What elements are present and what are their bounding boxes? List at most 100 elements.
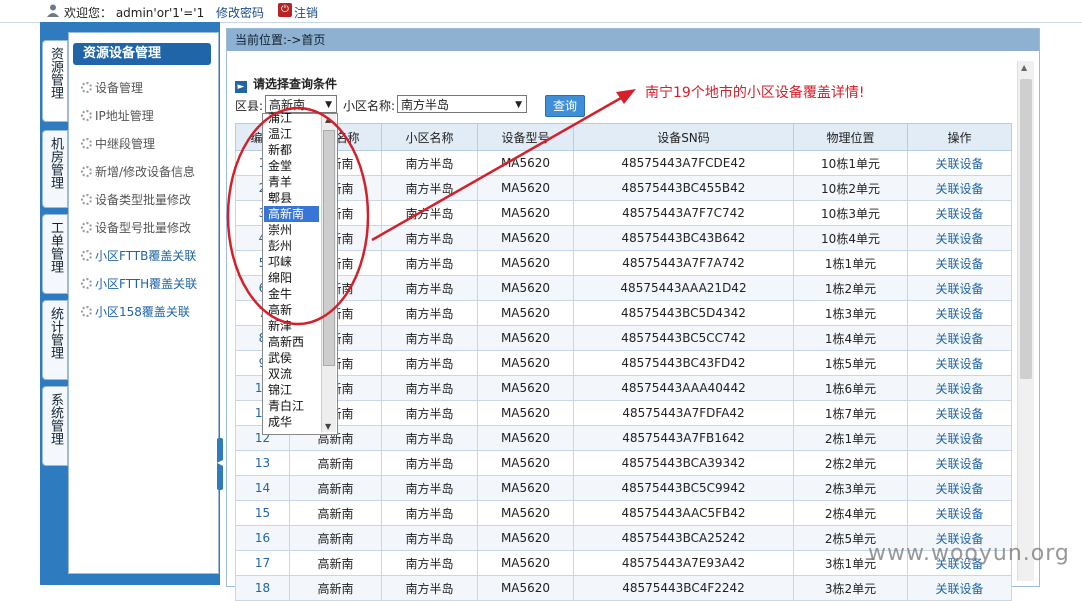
table-cell: 南方半岛 [381, 525, 478, 551]
dropdown-option[interactable]: 崇州 [264, 222, 319, 238]
scroll-up-icon[interactable]: ▲ [1021, 63, 1027, 72]
dropdown-option[interactable]: 武侯 [264, 350, 319, 366]
dropdown-option[interactable]: 蒲江 [264, 110, 319, 126]
menu-item-add-device[interactable]: 新增/修改设备信息 [81, 163, 215, 180]
table-cell: 南方半岛 [381, 300, 478, 326]
tab-work-order[interactable]: 工单管理 [42, 214, 68, 294]
power-icon[interactable]: ⏻ [278, 3, 292, 17]
community-select[interactable]: 南方半岛 ▼ [397, 95, 527, 113]
col-header: 设备SN码 [573, 123, 794, 151]
dropdown-option[interactable]: 郫县 [264, 190, 319, 206]
table-cell: 高新南 [289, 500, 382, 526]
dropdown-option[interactable]: 青羊 [264, 174, 319, 190]
link-device-action[interactable]: 关联设备 [907, 500, 1012, 526]
menu-item-device[interactable]: 设备管理 [81, 79, 215, 96]
scroll-down-icon[interactable]: ▼ [325, 422, 331, 431]
table-cell: 南方半岛 [381, 500, 478, 526]
change-password-link[interactable]: 修改密码 [216, 4, 264, 21]
dropdown-option[interactable]: 金堂 [264, 158, 319, 174]
link-device-action[interactable]: 关联设备 [907, 350, 1012, 376]
menu-item-ip[interactable]: IP地址管理 [81, 107, 215, 124]
tab-system[interactable]: 系统管理 [42, 386, 68, 466]
tab-resource[interactable]: 资源管理 [42, 40, 68, 122]
scrollbar-thumb[interactable] [1020, 79, 1032, 379]
link-device-action[interactable]: 关联设备 [907, 575, 1012, 601]
table-cell: 南方半岛 [381, 550, 478, 576]
table-cell: 南方半岛 [381, 250, 478, 276]
dropdown-option[interactable]: 彭州 [264, 238, 319, 254]
scroll-up-icon[interactable]: ▲ [325, 115, 331, 124]
dropdown-option[interactable]: 高新南 [264, 206, 319, 222]
dropdown-option[interactable]: 锦江 [264, 382, 319, 398]
dropdown-option[interactable]: 绵阳 [264, 270, 319, 286]
panel-collapse-handle[interactable]: ◀ [217, 438, 223, 490]
district-dropdown-list[interactable]: ▲ ▼ 蒲江 温江 新都 金堂 青羊 郫县 高新南 崇州 彭州 邛崃 绵阳 金牛 高新 新津 高新西 武侯 双流… [262, 110, 338, 435]
dropdown-option[interactable]: 金牛 [264, 286, 319, 302]
table-cell: 3栋2单元 [793, 575, 908, 601]
query-button[interactable]: 查询 [545, 95, 585, 117]
chevron-left-icon: ◀ [217, 458, 224, 467]
link-device-action[interactable]: 关联设备 [907, 225, 1012, 251]
table-cell: 南方半岛 [381, 375, 478, 401]
table-cell: 南方半岛 [381, 425, 478, 451]
menu-item-ftth[interactable]: 小区FTTH覆盖关联 [81, 275, 215, 292]
link-device-action[interactable]: 关联设备 [907, 275, 1012, 301]
table-cell: MA5620 [477, 275, 574, 301]
menu-item-label: IP地址管理 [95, 109, 154, 123]
link-device-action[interactable]: 关联设备 [907, 300, 1012, 326]
dropdown-option[interactable]: 新津 [264, 318, 319, 334]
dropdown-option[interactable]: 成华 [264, 414, 319, 430]
table-cell: 48575443BC455B42 [573, 175, 794, 201]
dropdown-option[interactable]: 高新西 [264, 334, 319, 350]
menu-item-label: 小区FTTH覆盖关联 [95, 277, 198, 291]
dropdown-option[interactable]: 青白江 [264, 398, 319, 414]
dropdown-option[interactable]: 双流 [264, 366, 319, 382]
link-device-action[interactable]: 关联设备 [907, 175, 1012, 201]
dropdown-option[interactable]: 高新 [264, 302, 319, 318]
link-device-action[interactable]: 关联设备 [907, 250, 1012, 276]
dropdown-option[interactable]: 新都 [264, 142, 319, 158]
table-cell: 南方半岛 [381, 575, 478, 601]
tab-label: 资源管理 [48, 47, 63, 99]
menu-item-relay[interactable]: 中继段管理 [81, 135, 215, 152]
row-index: 18 [235, 575, 290, 601]
community-select-value: 南方半岛 [401, 98, 450, 112]
menu-item-158[interactable]: 小区158覆盖关联 [81, 303, 215, 320]
link-device-action[interactable]: 关联设备 [907, 425, 1012, 451]
row-index: 16 [235, 525, 290, 551]
dropdown-scrollbar-thumb[interactable] [323, 130, 335, 366]
menu-item-fttb[interactable]: 小区FTTB覆盖关联 [81, 247, 215, 264]
link-device-action[interactable]: 关联设备 [907, 150, 1012, 176]
link-device-action[interactable]: 关联设备 [907, 200, 1012, 226]
dropdown-scrollbar[interactable]: ▲ ▼ [321, 114, 336, 432]
link-device-action[interactable]: 关联设备 [907, 325, 1012, 351]
table-cell: 48575443BC5D4342 [573, 300, 794, 326]
table-cell: 南方半岛 [381, 175, 478, 201]
table-cell: 2栋1单元 [793, 425, 908, 451]
table-cell: 高新南 [289, 475, 382, 501]
annotation-text: 南宁19个地市的小区设备覆盖详情! [645, 85, 865, 101]
link-device-action[interactable]: 关联设备 [907, 450, 1012, 476]
table-cell: 48575443BC4F2242 [573, 575, 794, 601]
table-cell: 48575443BC5C9942 [573, 475, 794, 501]
menu-item-type-batch[interactable]: 设备类型批量修改 [81, 191, 215, 208]
table-cell: MA5620 [477, 225, 574, 251]
logout-link[interactable]: 注销 [294, 4, 318, 21]
menu-item-model-batch[interactable]: 设备型号批量修改 [81, 219, 215, 236]
page-scrollbar[interactable]: ▲ [1017, 61, 1034, 581]
table-cell: 1栋6单元 [793, 375, 908, 401]
dropdown-option[interactable]: 温江 [264, 126, 319, 142]
table-row: 12 高新南 南方半岛 MA5620 48575443A7FB1642 2栋1单元 关联设备 [235, 425, 1012, 451]
gear-icon [81, 110, 92, 121]
table-cell: 48575443A7F7A742 [573, 250, 794, 276]
link-device-action[interactable]: 关联设备 [907, 475, 1012, 501]
tab-statistics[interactable]: 统计管理 [42, 300, 68, 380]
tab-machine-room[interactable]: 机房管理 [42, 130, 68, 208]
link-device-action[interactable]: 关联设备 [907, 375, 1012, 401]
link-device-action[interactable]: 关联设备 [907, 400, 1012, 426]
menu-item-label: 设备型号批量修改 [95, 221, 192, 235]
tab-label: 系统管理 [48, 393, 63, 445]
arrow-right-icon: ► [235, 81, 247, 93]
dropdown-option[interactable]: 邛崃 [264, 254, 319, 270]
row-index: 14 [235, 475, 290, 501]
